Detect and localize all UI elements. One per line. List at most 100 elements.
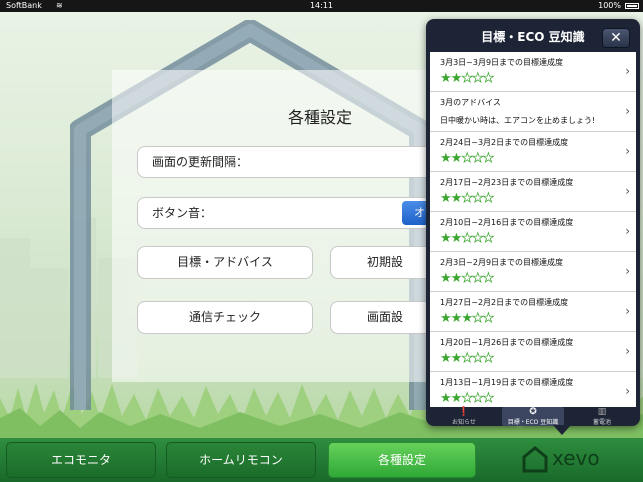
star-icon: ★ [482, 351, 494, 367]
list-item[interactable]: 2月17日~2月23日までの目標達成度 ★★★★★ › [430, 172, 636, 212]
star-icon: ★ [471, 151, 484, 167]
tab-eco-monitor[interactable]: エコモニタ [6, 442, 156, 478]
star-icon: ★ [440, 231, 452, 246]
list-item-title: 1月20日~1月26日までの目標達成度 [440, 338, 574, 347]
star-icon: ★ [450, 151, 463, 166]
list-item-title: 1月13日~1月19日までの目標達成度 [440, 378, 574, 387]
list-item[interactable]: 1月20日~1月26日までの目標達成度 ★★★★★ › [430, 332, 636, 372]
star-rating: ★★★★★ [440, 231, 495, 247]
star-icon: ★ [440, 151, 452, 166]
button-sound-field: ボタン音： [137, 197, 437, 229]
tab-settings[interactable]: 各種設定 [328, 442, 476, 478]
star-icon: ★ [461, 271, 473, 287]
refresh-interval-label: 画面の更新間隔： [152, 155, 249, 169]
list-item[interactable]: 3月3日~3月9日までの目標達成度 ★★★★★ › [430, 52, 636, 92]
screen-settings-button[interactable]: 画面設 [330, 301, 440, 334]
refresh-interval-field[interactable]: 画面の更新間隔： [137, 146, 437, 178]
status-bar: SoftBank ≋ 14:11 100% [0, 0, 643, 12]
star-icon: ★ [482, 191, 494, 207]
popover-list[interactable]: 3月3日~3月9日までの目標達成度 ★★★★★ › 3月のアドバイス 日中暖かい時は、エ… [430, 52, 636, 407]
star-icon: ★ [471, 351, 484, 367]
list-item-title: 2月3日~2月9日までの目標達成度 [440, 258, 564, 267]
popover-tab-star[interactable]: ✪ 目標・ECO 豆知識 [502, 407, 564, 426]
tab-home-remote[interactable]: ホームリモコン [166, 442, 316, 478]
chevron-right-icon: › [625, 344, 630, 358]
star-icon: ★ [440, 271, 452, 286]
battery-icon [625, 3, 639, 9]
close-button[interactable]: ✕ [602, 28, 630, 48]
chevron-right-icon: › [625, 104, 630, 118]
list-item-title: 3月のアドバイス [440, 98, 501, 107]
list-item[interactable]: 1月27日~2月2日までの目標達成度 ★★★★★ › [430, 292, 636, 332]
star-icon: ★ [440, 311, 452, 326]
list-item[interactable]: 2月24日~3月2日までの目標達成度 ★★★★★ › [430, 132, 636, 172]
star-icon: ★ [461, 391, 473, 407]
popover-arrow [553, 425, 571, 435]
initial-settings-button[interactable]: 初期設 [330, 246, 440, 279]
list-item[interactable]: 1月13日~1月19日までの目標達成度 ★★★★★ › [430, 372, 636, 407]
xevo-logo: xevo [522, 442, 632, 476]
star-rating: ★★★★★ [440, 311, 495, 327]
chevron-right-icon: › [625, 264, 630, 278]
list-item-title: 3月3日~3月9日までの目標達成度 [440, 58, 564, 67]
star-icon: ★ [471, 311, 484, 327]
star-icon: ★ [482, 231, 494, 247]
star-icon: ★ [461, 151, 473, 167]
star-icon: ★ [471, 191, 484, 207]
popover-tab-battery[interactable]: ▥ 蓄電池 [568, 407, 636, 426]
clock: 14:11 [309, 1, 334, 10]
star-rating: ★★★★★ [440, 271, 495, 287]
popover-tab-notice[interactable]: ❗ お知らせ [430, 407, 498, 426]
star-icon: ★ [461, 351, 473, 367]
star-icon: ★ [450, 391, 463, 406]
chevron-right-icon: › [625, 384, 630, 398]
list-item[interactable]: 3月のアドバイス日中暖かい時は、エアコンを止めましょう! › [430, 92, 636, 132]
popover-tab-label: 蓄電池 [592, 419, 611, 426]
star-icon: ★ [440, 391, 452, 406]
star-icon: ★ [440, 71, 452, 86]
page-title: 各種設定 [287, 108, 352, 127]
star-icon: ★ [471, 271, 484, 287]
star-icon: ★ [482, 311, 494, 327]
chevron-right-icon: › [625, 304, 630, 318]
battery-icon: ▥ [597, 407, 607, 417]
star-icon: ★ [471, 391, 484, 407]
star-icon: ★ [450, 231, 463, 246]
star-rating: ★★★★★ [440, 151, 495, 167]
star-icon: ★ [482, 151, 494, 167]
list-item-title: 2月17日~2月23日までの目標達成度 [440, 178, 574, 187]
star-icon: ★ [461, 191, 473, 207]
star-icon: ★ [450, 351, 463, 366]
list-item-title: 2月24日~3月2日までの目標達成度 [440, 138, 569, 147]
close-icon: ✕ [610, 30, 622, 46]
chevron-right-icon: › [625, 64, 630, 78]
star-icon: ★ [461, 71, 473, 87]
logo-text: xevo [552, 446, 600, 470]
list-item[interactable]: 2月10日~2月16日までの目標達成度 ★★★★★ › [430, 212, 636, 252]
battery-percent: 100% [598, 1, 621, 10]
button-sound-label: ボタン音： [152, 206, 213, 220]
star-icon: ✪ [529, 407, 537, 417]
star-icon: ★ [461, 231, 473, 247]
notice-icon: ❗ [458, 407, 470, 417]
star-icon: ★ [471, 231, 484, 247]
goals-advice-button[interactable]: 目標・アドバイス [137, 246, 313, 279]
star-icon: ★ [482, 271, 494, 287]
star-rating: ★★★★★ [440, 351, 495, 367]
star-icon: ★ [450, 71, 463, 86]
connection-check-button[interactable]: 通信チェック [137, 301, 313, 334]
popover-tab-label: 目標・ECO 豆知識 [507, 419, 559, 426]
list-item[interactable]: 2月3日~2月9日までの目標達成度 ★★★★★ › [430, 252, 636, 292]
list-item-title: 1月27日~2月2日までの目標達成度 [440, 298, 569, 307]
star-rating: ★★★★★ [440, 71, 495, 87]
star-icon: ★ [440, 351, 452, 366]
star-icon: ★ [482, 71, 494, 87]
star-icon: ★ [440, 191, 452, 206]
house-logo-icon [522, 446, 548, 473]
chevron-right-icon: › [625, 224, 630, 238]
chevron-right-icon: › [625, 144, 630, 158]
star-icon: ★ [461, 311, 473, 326]
eco-tips-popover: 目標・ECO 豆知識 ✕ 3月3日~3月9日までの目標達成度 ★★★★★ › 3月のア… [426, 19, 640, 426]
list-item-subtitle: 日中暖かい時は、エアコンを止めましょう! [440, 116, 596, 125]
popover-tab-bar: ❗ お知らせ ✪ 目標・ECO 豆知識 ▥ 蓄電池 [426, 407, 640, 426]
